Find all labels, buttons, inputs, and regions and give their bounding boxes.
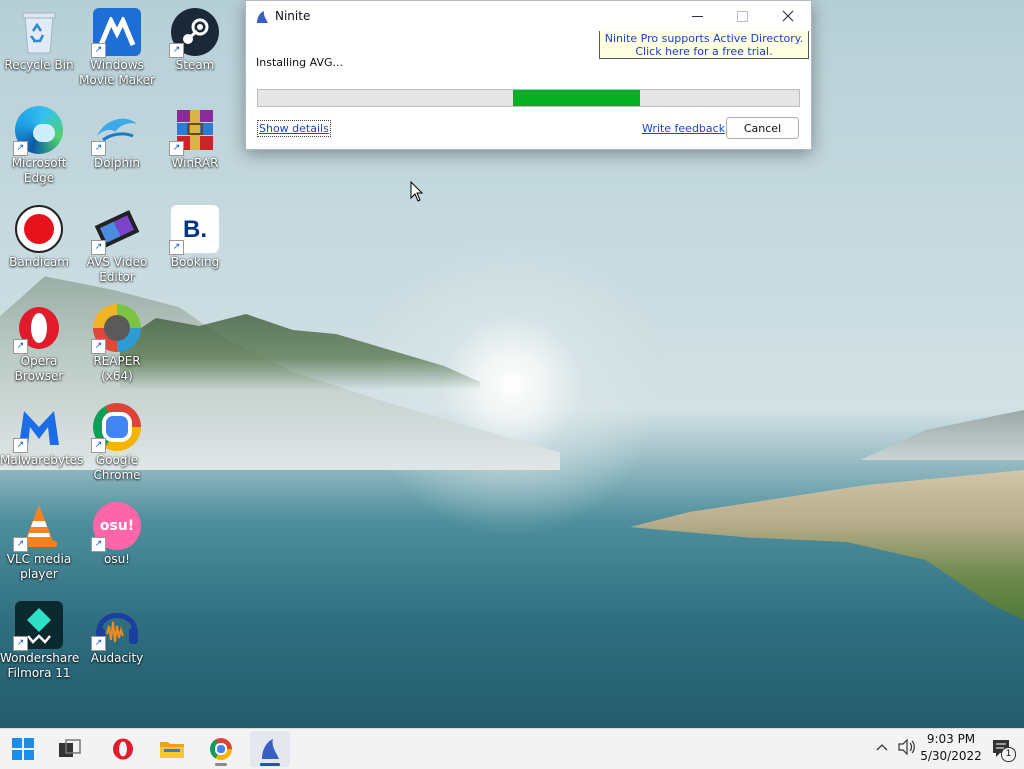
chrome-icon [210, 738, 232, 760]
desktop-icon-chrome[interactable]: ↗ Google Chrome [78, 403, 156, 483]
install-progress-bar [257, 89, 800, 107]
wallpaper-shore [630, 470, 1024, 620]
close-button[interactable] [765, 1, 810, 31]
start-button[interactable] [3, 731, 43, 767]
wallpaper-trees [120, 314, 480, 390]
task-view-button[interactable] [50, 731, 90, 767]
reaper-icon: ↗ [91, 304, 141, 354]
volume-speaker-icon[interactable] [898, 738, 916, 758]
malwarebytes-icon: ↗ [13, 403, 63, 453]
desktop-icon-osu[interactable]: osu! ↗ osu! [78, 502, 156, 567]
mouse-cursor-icon [410, 180, 424, 206]
clock-time: 9:03 PM [926, 732, 976, 746]
desktop-icon-audacity[interactable]: ↗ Audacity [78, 601, 156, 666]
taskbar-chrome[interactable] [201, 731, 241, 767]
desktop-icon-avs[interactable]: ↗ AVS Video Editor [78, 205, 156, 285]
ninite-pro-promo-banner[interactable]: Ninite Pro supports Active Directory. Cl… [599, 31, 809, 59]
taskbar-clock[interactable]: 9:03 PM 5/30/2022 [918, 731, 984, 765]
desktop-icon-reaper[interactable]: ↗ REAPER (x64) [78, 304, 156, 384]
show-hidden-icons-chevron-up-icon[interactable] [876, 740, 888, 754]
taskbar-ninite[interactable] [250, 731, 290, 767]
avs-video-editor-icon: ↗ [91, 205, 141, 255]
opera-icon [113, 738, 133, 760]
promo-line-1: Ninite Pro supports Active Directory. [604, 32, 804, 45]
taskbar: 9:03 PM 5/30/2022 1 [0, 728, 1024, 769]
desktop-icon-edge[interactable]: ↗ Microsoft Edge [0, 106, 78, 186]
show-details-link[interactable]: Show details [257, 120, 331, 137]
promo-line-2: Click here for a free trial. [635, 45, 773, 58]
desktop-icon-malwarebytes[interactable]: ↗ Malwarebytes [0, 403, 83, 468]
desktop-icon-movie-maker[interactable]: ↗ Windows Movie Maker [78, 8, 156, 88]
desktop-icon-steam[interactable]: ↗ Steam [156, 8, 234, 73]
running-indicator [215, 763, 227, 766]
chrome-icon: ↗ [91, 403, 141, 453]
notification-center-icon[interactable]: 1 [992, 739, 1016, 762]
osu-icon: osu! ↗ [91, 502, 141, 552]
winrar-icon: ↗ [169, 106, 219, 156]
desktop-icon-dolphin[interactable]: ↗ Dolphin [78, 106, 156, 171]
steam-icon: ↗ [169, 8, 219, 58]
opera-icon: ↗ [13, 304, 63, 354]
title-bar[interactable]: Ninite [246, 1, 811, 31]
taskbar-file-explorer[interactable] [152, 731, 192, 767]
filmora-icon: ↗ [13, 601, 63, 651]
minimize-button[interactable] [675, 1, 720, 31]
write-feedback-link[interactable]: Write feedback [642, 122, 725, 135]
cancel-button[interactable]: Cancel [726, 117, 799, 139]
bandicam-icon [15, 205, 63, 253]
active-indicator [260, 763, 280, 766]
ninite-window: Ninite Ninite Pro supports Active Direct… [245, 0, 812, 150]
task-view-icon [59, 739, 81, 757]
desktop-icon-filmora[interactable]: ↗ Wondershare Filmora 11 [0, 601, 79, 681]
window-title: Ninite [275, 9, 311, 23]
file-explorer-icon [160, 742, 184, 758]
start-icon [12, 738, 34, 760]
desktop-icon-booking[interactable]: B. ↗ Booking [156, 205, 234, 270]
desktop-icon-winrar[interactable]: ↗ WinRAR [156, 106, 234, 171]
dolphin-icon: ↗ [91, 106, 141, 156]
audacity-icon: ↗ [91, 601, 141, 651]
clock-date: 5/30/2022 [920, 749, 982, 763]
booking-icon: B. ↗ [169, 205, 219, 255]
desktop-icon-recycle-bin[interactable]: Recycle Bin [0, 8, 78, 73]
install-status-text: Installing AVG... [256, 56, 343, 69]
maximize-button [720, 1, 765, 31]
progress-bar-fill [513, 90, 641, 106]
movie-maker-icon: ↗ [91, 8, 141, 58]
ninite-logo-icon [255, 9, 269, 28]
vlc-icon: ↗ [13, 502, 63, 552]
recycle-bin-icon [15, 8, 63, 56]
ninite-icon [262, 739, 279, 759]
desktop-icon-opera[interactable]: ↗ Opera Browser [0, 304, 78, 384]
desktop-icon-bandicam[interactable]: Bandicam [0, 205, 78, 270]
notification-count-badge: 1 [1001, 747, 1016, 762]
desktop-icon-vlc[interactable]: ↗ VLC media player [0, 502, 78, 582]
wallpaper-hills-right [860, 410, 1024, 460]
edge-icon: ↗ [13, 106, 63, 156]
taskbar-opera[interactable] [103, 731, 143, 767]
